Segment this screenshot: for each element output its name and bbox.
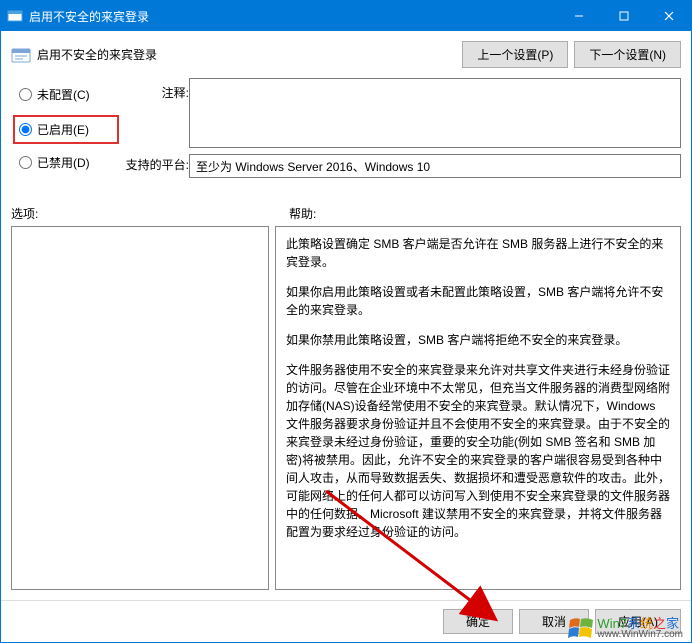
platform-box: 至少为 Windows Server 2016、Windows 10: [189, 154, 681, 178]
field-values: 至少为 Windows Server 2016、Windows 10: [189, 78, 681, 178]
radio-disabled[interactable]: 已禁用(D): [19, 154, 123, 171]
policy-icon: [11, 45, 31, 65]
radio-group: 未配置(C) 已启用(E) 已禁用(D): [11, 78, 123, 185]
help-label: 帮助:: [289, 205, 316, 222]
window-title: 启用不安全的来宾登录: [29, 8, 556, 25]
help-p2: 如果你启用此策略设置或者未配置此策略设置，SMB 客户端将允许不安全的来宾登录。: [286, 283, 670, 319]
next-setting-button[interactable]: 下一个设置(N): [574, 41, 681, 68]
field-labels: 注释: 支持的平台:: [123, 78, 189, 173]
close-button[interactable]: [646, 1, 691, 31]
options-label: 选项:: [11, 205, 289, 222]
titlebar: 启用不安全的来宾登录: [1, 1, 691, 31]
cancel-button[interactable]: 取消: [519, 609, 589, 634]
radio-disabled-label: 已禁用(D): [37, 154, 90, 171]
help-box: 此策略设置确定 SMB 客户端是否允许在 SMB 服务器上进行不安全的来宾登录。…: [275, 226, 681, 590]
radio-not-configured-input[interactable]: [19, 88, 32, 101]
dialog-window: 启用不安全的来宾登录 启用不安全的来宾登录 上一个设置(P) 下一个设置(N) …: [0, 0, 692, 643]
radio-enabled-input[interactable]: [19, 123, 32, 136]
comment-label: 注释:: [123, 84, 189, 156]
lower-row: 此策略设置确定 SMB 客户端是否允许在 SMB 服务器上进行不安全的来宾登录。…: [11, 226, 681, 590]
maximize-button[interactable]: [601, 1, 646, 31]
config-row: 未配置(C) 已启用(E) 已禁用(D) 注释: 支持的平台: 至少为 Wind…: [11, 78, 681, 185]
radio-enabled-label: 已启用(E): [37, 121, 89, 138]
radio-not-configured-label: 未配置(C): [37, 86, 90, 103]
options-box: [11, 226, 269, 590]
minimize-button[interactable]: [556, 1, 601, 31]
prev-setting-button[interactable]: 上一个设置(P): [462, 41, 568, 68]
apply-button[interactable]: 应用(A): [595, 609, 681, 634]
radio-not-configured[interactable]: 未配置(C): [19, 86, 123, 103]
content-area: 启用不安全的来宾登录 上一个设置(P) 下一个设置(N) 未配置(C) 已启用(…: [1, 31, 691, 600]
comment-textarea[interactable]: [189, 78, 681, 148]
help-p4: 文件服务器使用不安全的来宾登录来允许对共享文件夹进行未经身份验证的访问。尽管在企…: [286, 361, 670, 541]
help-p1: 此策略设置确定 SMB 客户端是否允许在 SMB 服务器上进行不安全的来宾登录。: [286, 235, 670, 271]
app-icon: [7, 8, 23, 24]
platform-label: 支持的平台:: [123, 156, 189, 173]
ok-button[interactable]: 确定: [443, 609, 513, 634]
policy-title: 启用不安全的来宾登录: [37, 46, 157, 63]
radio-disabled-input[interactable]: [19, 156, 32, 169]
header-row: 启用不安全的来宾登录 上一个设置(P) 下一个设置(N): [11, 41, 681, 68]
help-p3: 如果你禁用此策略设置，SMB 客户端将拒绝不安全的来宾登录。: [286, 331, 670, 349]
footer: 确定 取消 应用(A): [1, 600, 691, 642]
radio-enabled[interactable]: 已启用(E): [13, 115, 119, 144]
mid-labels: 选项: 帮助:: [11, 205, 681, 222]
